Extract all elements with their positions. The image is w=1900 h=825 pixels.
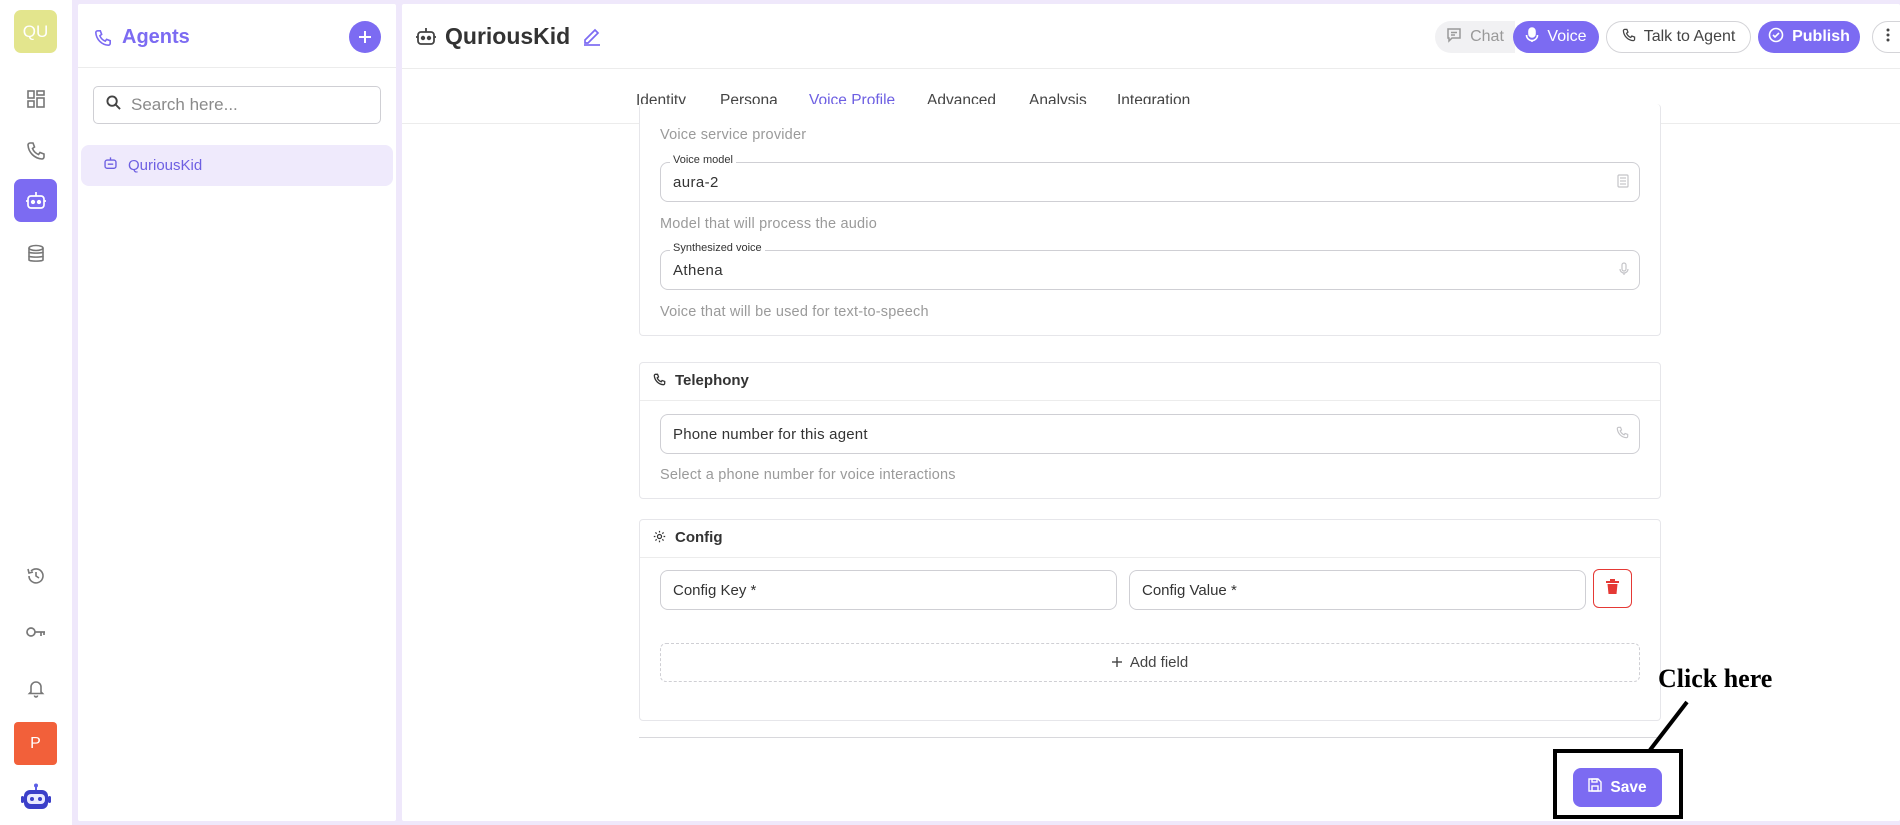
phone-number-help: Select a phone number for voice interact… — [660, 467, 956, 483]
edit-icon[interactable] — [582, 26, 602, 51]
config-value-placeholder: Config Value * — [1142, 582, 1237, 599]
config-card: Config Config Key * Config Value * Add f… — [639, 519, 1661, 721]
add-field-button[interactable]: Add field — [660, 643, 1640, 682]
synthesized-voice-field[interactable]: Synthesized voice Athena — [660, 242, 1640, 290]
agent-list-item[interactable]: QuriousKid — [81, 145, 393, 186]
agent-header: QuriousKid Chat Voice Talk to Agent Publ… — [402, 4, 1900, 69]
phone-icon — [94, 29, 112, 52]
save-button[interactable]: Save — [1573, 768, 1662, 807]
check-circle-icon — [1768, 27, 1784, 48]
workspace-badge[interactable]: QU — [14, 10, 57, 53]
add-field-label: Add field — [1129, 654, 1189, 671]
config-key-input[interactable]: Config Key * — [660, 570, 1117, 610]
trash-icon — [1606, 578, 1619, 599]
phone-icon[interactable] — [14, 129, 57, 172]
search-box — [93, 86, 381, 124]
synthesized-voice-label: Synthesized voice — [670, 242, 765, 254]
divider — [640, 557, 1660, 558]
more-options-button[interactable] — [1872, 21, 1900, 53]
voice-model-value: aura-2 — [673, 174, 719, 191]
voice-provider-help: Voice service provider — [660, 127, 807, 143]
bell-icon[interactable] — [14, 666, 57, 709]
robot-icon — [415, 26, 437, 53]
voice-model-field[interactable]: Voice model aura-2 — [660, 154, 1640, 202]
voice-button[interactable]: Voice — [1513, 21, 1599, 53]
add-agent-button[interactable] — [349, 21, 381, 53]
more-vertical-icon — [1886, 28, 1890, 47]
search-input[interactable] — [131, 95, 371, 115]
voice-model-help: Model that will process the audio — [660, 216, 877, 232]
telephony-card: Telephony Phone number for this agent Se… — [639, 362, 1661, 499]
config-title: Config — [675, 529, 723, 546]
phone-number-field[interactable]: Phone number for this agent — [660, 414, 1640, 454]
bot-logo-icon — [14, 776, 57, 819]
phone-icon — [1616, 426, 1629, 444]
gear-icon — [653, 530, 666, 548]
robot-icon — [103, 156, 118, 176]
model-icon — [1617, 174, 1629, 193]
microphone-icon — [1619, 262, 1629, 281]
publish-button-label: Publish — [1792, 28, 1850, 45]
annotation-arrow — [1648, 700, 1689, 752]
save-icon — [1588, 778, 1603, 797]
save-button-label: Save — [1610, 778, 1647, 796]
voice-model-label: Voice model — [670, 154, 736, 166]
microphone-icon — [1525, 26, 1539, 48]
voice-card: Voice service provider Voice model aura-… — [639, 104, 1661, 336]
plus-icon — [1111, 654, 1122, 671]
phone-icon — [653, 373, 666, 391]
database-icon[interactable] — [14, 232, 57, 275]
phone-icon — [1622, 28, 1636, 47]
divider — [640, 400, 1660, 401]
annotation-label: Click here — [1658, 664, 1773, 693]
main-panel: QuriousKid Chat Voice Talk to Agent Publ… — [402, 4, 1900, 821]
footer-divider — [639, 737, 1661, 738]
agent-list-item-label: QuriousKid — [128, 157, 203, 174]
agents-header: Agents — [78, 4, 396, 68]
agents-title: Agents — [122, 26, 190, 48]
search-icon — [106, 95, 121, 115]
chat-icon — [1446, 27, 1462, 48]
talk-to-agent-label: Talk to Agent — [1643, 28, 1736, 45]
delete-config-button[interactable] — [1593, 569, 1632, 608]
synthesized-voice-help: Voice that will be used for text-to-spee… — [660, 304, 929, 320]
talk-to-agent-button[interactable]: Talk to Agent — [1606, 21, 1751, 53]
robot-icon[interactable] — [14, 179, 57, 222]
publish-button[interactable]: Publish — [1758, 21, 1860, 53]
config-key-placeholder: Config Key * — [673, 582, 757, 599]
synthesized-voice-value: Athena — [673, 262, 723, 279]
voice-button-label: Voice — [1547, 28, 1587, 45]
dashboard-icon[interactable] — [14, 77, 57, 120]
chat-button-label: Chat — [1470, 28, 1504, 45]
phone-number-placeholder: Phone number for this agent — [673, 426, 868, 443]
user-avatar[interactable]: P — [14, 722, 57, 765]
config-value-input[interactable]: Config Value * — [1129, 570, 1586, 610]
telephony-title: Telephony — [675, 372, 749, 389]
chat-button[interactable]: Chat — [1435, 21, 1515, 53]
agents-panel: Agents QuriousKid — [78, 4, 396, 821]
icon-rail: QU P — [0, 0, 72, 825]
history-icon[interactable] — [14, 554, 57, 597]
key-icon[interactable] — [14, 610, 57, 653]
agent-name: QuriousKid — [445, 23, 571, 49]
